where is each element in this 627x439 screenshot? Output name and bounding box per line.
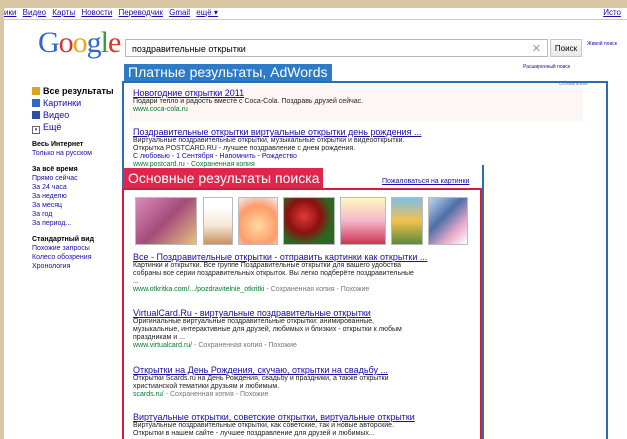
top-nav-link[interactable]: Gmail (169, 8, 190, 17)
sidebar-item-label: Ещё (43, 122, 62, 132)
top-nav-link[interactable]: ики (4, 8, 16, 17)
sidebar-section-title: Весь Интернет (32, 141, 84, 148)
top-nav-link[interactable]: Видео (23, 8, 46, 17)
sidebar-item-images[interactable]: Картинки (32, 97, 132, 109)
left-sidebar: Все результаты Картинки Видео ▾ Ещё Весь … (32, 85, 132, 271)
sidebar-item-all[interactable]: Все результаты (32, 85, 132, 97)
sidebar-filter-link[interactable]: За период... (32, 219, 132, 228)
sidebar-filter-link[interactable]: За неделю (32, 192, 132, 201)
top-nav-more[interactable]: ещё ▾ (196, 8, 218, 17)
divider (4, 19, 627, 20)
video-icon (32, 111, 40, 119)
paid-results-highlight-right (482, 165, 608, 439)
images-icon (32, 99, 40, 107)
sidebar-filter-link[interactable]: За год (32, 210, 132, 219)
advanced-search-link[interactable]: Расширенный поиск (523, 64, 570, 70)
live-search-link[interactable]: Живой поиск (587, 41, 617, 47)
sidebar-filter-link[interactable]: Похожие запросы (32, 244, 132, 253)
sidebar-filter-link[interactable]: Колесо обозрения (32, 253, 132, 262)
organic-results-annotation: Основные результаты поиска (124, 168, 324, 188)
top-nav-history-link[interactable]: Исто (603, 8, 621, 17)
sidebar-filter-link[interactable]: Хронология (32, 262, 132, 271)
sidebar-filter-link[interactable]: За 24 часа (32, 183, 132, 192)
sidebar-item-label: Все результаты (43, 86, 114, 96)
more-icon: ▾ (32, 126, 40, 134)
google-logo[interactable]: Google (38, 26, 121, 60)
sidebar-item-label: Картинки (43, 98, 82, 108)
search-query: поздравительные открытки (132, 44, 246, 54)
organic-results-highlight (122, 188, 482, 439)
sidebar-item-more[interactable]: ▾ Ещё (32, 121, 132, 134)
sidebar-item-video[interactable]: Видео (32, 109, 132, 121)
search-input[interactable]: поздравительные открытки ✕ (125, 39, 548, 57)
sidebar-item-label: Видео (43, 110, 70, 120)
paid-results-annotation: Платные результаты, AdWords (124, 64, 332, 81)
top-nav-link[interactable]: Переводчик (119, 8, 163, 17)
top-nav-link[interactable]: Карты (52, 8, 75, 17)
screenshot-frame: ики Видео Карты Новости Переводчик Gmail… (0, 0, 627, 439)
search-button[interactable]: Поиск (550, 39, 582, 57)
google-results-page: ики Видео Карты Новости Переводчик Gmail… (4, 8, 627, 439)
all-results-icon (32, 87, 40, 95)
sidebar-filter-link[interactable]: За месяц (32, 201, 132, 210)
sidebar-section-title: Стандартный вид (32, 236, 95, 243)
sidebar-section-title: За всё время (32, 166, 78, 173)
top-nav-link[interactable]: Новости (81, 8, 112, 17)
sidebar-filter-link[interactable]: Прямо сейчас (32, 174, 132, 183)
clear-icon[interactable]: ✕ (532, 40, 541, 58)
sidebar-filter-link[interactable]: Только на русском (32, 149, 132, 158)
